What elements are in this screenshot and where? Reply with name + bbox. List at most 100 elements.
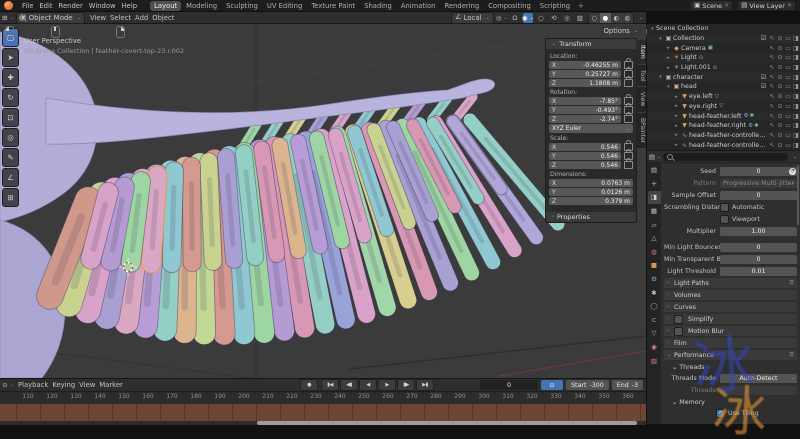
render-disable-icon[interactable]: ◨: [792, 74, 800, 81]
outliner-row[interactable]: ▸▼eye.right▽↖⊙▭◨: [647, 102, 800, 112]
transform-value-field[interactable]: Y0.0126 m: [549, 188, 633, 196]
view-layer-selector[interactable]: ▤ View Layer ×: [737, 0, 796, 11]
render-disable-icon[interactable]: ◨: [792, 122, 800, 129]
hide-icon[interactable]: ⊙: [776, 45, 784, 52]
timeline-menu-keying[interactable]: Keying: [50, 381, 77, 389]
properties-search-input[interactable]: [663, 153, 788, 161]
section-film[interactable]: ›Film: [664, 338, 797, 348]
timeline-ruler[interactable]: 1101201301401501601701801902002102202302…: [0, 392, 646, 404]
transform-value-field[interactable]: X0.546: [549, 143, 621, 151]
preset-menu-icon[interactable]: ☰: [789, 352, 794, 358]
tool-rotate[interactable]: ↻: [2, 88, 19, 107]
lock-icon[interactable]: [624, 79, 633, 87]
render-disable-icon[interactable]: ◨: [792, 35, 800, 42]
frame-end-field[interactable]: End -3: [612, 380, 643, 390]
proportional-edit-icon[interactable]: ○: [536, 13, 546, 23]
outliner-row[interactable]: ▸▼head-feather.right⚙✱↖⊙▭◨: [647, 121, 800, 131]
next-keyframe-button[interactable]: ▮▶: [397, 379, 415, 391]
viewport-disable-icon[interactable]: ▭: [784, 122, 792, 129]
menu-render[interactable]: Render: [56, 2, 86, 10]
workspace-tab-rendering[interactable]: Rendering: [440, 1, 483, 11]
viewport-menu-select[interactable]: Select: [108, 14, 133, 22]
editor-type-icon[interactable]: ⊞⌄: [3, 13, 13, 23]
rotation-mode-dropdown[interactable]: XYZ Euler⌄: [549, 124, 633, 133]
collapse-icon[interactable]: ▾: [649, 26, 656, 32]
selectable-icon[interactable]: ↖: [768, 35, 776, 42]
properties-options-icon[interactable]: ⌄: [793, 154, 797, 160]
play-button[interactable]: ▶: [378, 379, 396, 391]
outliner-row[interactable]: ▸☀Light⊙↖⊙▭◨: [647, 53, 800, 63]
render-disable-icon[interactable]: ◨: [792, 83, 800, 90]
collection-checkbox[interactable]: ☑: [759, 35, 768, 42]
snap-magnet-icon[interactable]: Ω: [510, 13, 520, 23]
tool-scale[interactable]: ⊡: [2, 108, 19, 127]
toggle-xray-icon[interactable]: ▥: [575, 13, 585, 23]
checkbox[interactable]: [720, 203, 729, 212]
selectable-icon[interactable]: ↖: [768, 142, 776, 149]
render-disable-icon[interactable]: ◨: [792, 113, 800, 120]
tool-measure[interactable]: ∠: [2, 168, 19, 187]
prop-value-field[interactable]: 0: [720, 191, 797, 200]
hide-icon[interactable]: ⊙: [776, 83, 784, 90]
memory-subsection-header[interactable]: ⌄Memory: [664, 397, 797, 407]
tool-annotate[interactable]: ✎: [2, 148, 19, 167]
collection-checkbox[interactable]: ☑: [759, 74, 768, 81]
viewport-menu-object[interactable]: Object: [150, 14, 176, 22]
expand-icon[interactable]: ▸: [673, 103, 680, 109]
render-disable-icon[interactable]: ◨: [792, 64, 800, 71]
options-button[interactable]: Options⌄: [600, 26, 642, 36]
hide-icon[interactable]: ⊙: [776, 35, 784, 42]
properties-tab-editor-type[interactable]: ▤: [648, 164, 661, 177]
menu-window[interactable]: Window: [86, 2, 119, 10]
hide-icon[interactable]: ⊙: [776, 103, 784, 110]
section-simplify[interactable]: ›Simplify: [664, 314, 797, 324]
expand-icon[interactable]: ▸: [673, 132, 680, 138]
jump-to-end-button[interactable]: ▶▮: [416, 379, 434, 391]
workspace-tab-sculpting[interactable]: Sculpting: [222, 1, 262, 11]
render-disable-icon[interactable]: ◨: [792, 54, 800, 61]
section-volumes[interactable]: ›Volumes: [664, 290, 797, 300]
expand-icon[interactable]: ▸: [665, 65, 672, 71]
auto-keyframe-stopwatch-icon[interactable]: ⊙: [541, 380, 563, 390]
tool-move[interactable]: ✚: [2, 68, 19, 87]
outliner-row[interactable]: ▸◆Camera▣↖⊙▭◨: [647, 43, 800, 53]
viewport-disable-icon[interactable]: ▭: [784, 35, 792, 42]
hide-icon[interactable]: ⊙: [776, 64, 784, 71]
menu-edit[interactable]: Edit: [36, 2, 55, 10]
shading-solid-icon[interactable]: ●: [600, 13, 611, 23]
viewport-disable-icon[interactable]: ▭: [784, 113, 792, 120]
workspace-tab-layout[interactable]: Layout: [150, 1, 181, 11]
prop-value-field[interactable]: 1.00: [720, 227, 797, 236]
tool-add-cube[interactable]: ⊞: [2, 188, 19, 207]
selectable-icon[interactable]: ↖: [768, 132, 776, 139]
transform-value-field[interactable]: X0.0763 m: [549, 179, 633, 187]
expand-icon[interactable]: ▸: [673, 123, 680, 129]
selectable-icon[interactable]: ↖: [768, 64, 776, 71]
expand-icon[interactable]: ▸: [665, 45, 672, 51]
outliner-row[interactable]: ▸▼head-feather.left⚙✱↖⊙▭◨: [647, 111, 800, 121]
hide-icon[interactable]: ⊙: [776, 122, 784, 129]
render-disable-icon[interactable]: ◨: [792, 103, 800, 110]
current-frame-field[interactable]: 0: [480, 380, 538, 390]
section-performance[interactable]: ⌄Performance☰: [664, 350, 797, 360]
scene-unlink-icon[interactable]: ×: [724, 2, 729, 9]
transform-value-field[interactable]: Y0.25727 m: [549, 70, 621, 78]
selectable-icon[interactable]: ↖: [768, 103, 776, 110]
outliner-row[interactable]: ▸▼eye.left▽↖⊙▭◨: [647, 92, 800, 102]
properties-tab-scene[interactable]: △: [648, 232, 661, 245]
outliner-row[interactable]: ▸☀Light.001⊙↖⊙▭◨: [647, 63, 800, 73]
prop-value-field[interactable]: 0◔: [720, 167, 797, 176]
timeline-menu-marker[interactable]: Marker: [97, 381, 125, 389]
properties-tab-view-layer[interactable]: ▱: [648, 218, 661, 231]
view-layer-unlink-icon[interactable]: ×: [787, 2, 792, 9]
selectable-icon[interactable]: ↖: [768, 122, 776, 129]
viewport-disable-icon[interactable]: ▭: [784, 64, 792, 71]
properties-tab-texture[interactable]: ▨: [648, 354, 661, 367]
selectable-icon[interactable]: ↖: [768, 54, 776, 61]
frame-start-field[interactable]: Start -300: [566, 380, 609, 390]
auto-keying-button[interactable]: ●: [300, 379, 318, 391]
timeline-scrollbar[interactable]: [257, 421, 637, 425]
workspace-tab-scripting[interactable]: Scripting: [536, 1, 574, 11]
viewport-disable-icon[interactable]: ▭: [784, 93, 792, 100]
render-disable-icon[interactable]: ◨: [792, 93, 800, 100]
